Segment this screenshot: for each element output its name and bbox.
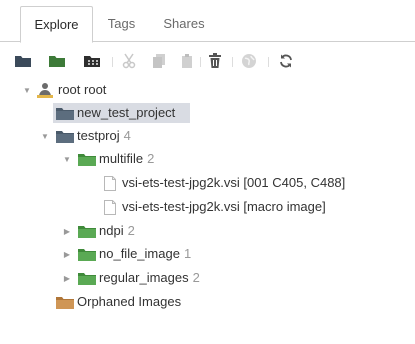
collapse-toggle-icon[interactable]: ▼ <box>22 80 32 100</box>
expand-toggle-icon[interactable]: ▶ <box>62 244 72 264</box>
new-project-button[interactable] <box>12 51 34 71</box>
tree-node-multifile[interactable]: multifile 2 <box>78 149 154 169</box>
child-count: 1 <box>183 246 192 261</box>
paste-icon <box>182 54 192 68</box>
tree-node-testproj[interactable]: testproj 4 <box>56 126 131 146</box>
tab-bar: Explore Tags Shares <box>0 0 415 43</box>
tab-tags[interactable]: Tags <box>93 6 150 41</box>
delete-icon <box>209 53 221 68</box>
tree-node-label: ndpi <box>99 223 124 238</box>
tree-node-no-file-image[interactable]: no_file_image 1 <box>78 244 191 264</box>
expand-toggle-icon[interactable]: ▶ <box>62 268 72 288</box>
refresh-icon <box>280 54 292 68</box>
tree-node-label: vsi-ets-test-jpg2k.vsi [001 C405, C488] <box>122 175 346 190</box>
dataset-folder-icon <box>78 248 96 261</box>
refresh-button[interactable] <box>275 51 297 71</box>
tree-node-label: new_test_project <box>77 105 176 120</box>
tree-node-label: testproj <box>77 128 120 143</box>
child-count: 4 <box>123 128 131 143</box>
tree-node-label: multifile <box>99 151 144 166</box>
tree-node-label: vsi-ets-test-jpg2k.vsi [macro image] <box>122 199 326 214</box>
tree-node-label: regular_images <box>99 270 189 285</box>
collapse-toggle-icon[interactable]: ▼ <box>62 149 72 169</box>
toolbar-separator <box>112 57 113 67</box>
new-dataset-icon <box>49 56 65 67</box>
image-file-icon <box>104 175 116 191</box>
child-count: 2 <box>127 223 135 238</box>
paste-button[interactable] <box>176 51 198 71</box>
child-count: 2 <box>147 151 155 166</box>
new-dataset-button[interactable] <box>46 51 68 71</box>
tree-node-orphaned-images[interactable]: Orphaned Images <box>56 292 181 312</box>
collapse-toggle-icon[interactable]: ▼ <box>40 126 50 146</box>
tree-toolbar <box>12 44 412 78</box>
dataset-folder-icon <box>78 225 96 238</box>
expand-toggle-icon[interactable]: ▶ <box>62 221 72 241</box>
tree-node-label: root root <box>58 82 107 97</box>
dataset-folder-icon <box>78 272 96 285</box>
project-folder-icon <box>56 130 74 143</box>
project-tree: ▼ root root new_test_project ▼ testproj … <box>0 80 415 344</box>
cut-icon <box>122 53 136 69</box>
orphaned-folder-icon <box>56 296 74 309</box>
image-file-icon <box>104 199 116 215</box>
tree-node-image[interactable]: vsi-ets-test-jpg2k.vsi [001 C405, C488] <box>104 173 345 193</box>
toolbar-separator <box>268 57 269 67</box>
tab-explore[interactable]: Explore <box>20 6 93 43</box>
user-icon <box>37 83 53 98</box>
new-screen-icon <box>84 56 100 67</box>
tree-node-new-test-project[interactable]: new_test_project <box>53 103 190 123</box>
new-screen-button[interactable] <box>81 51 103 71</box>
globe-icon <box>242 54 256 68</box>
project-folder-icon <box>56 107 74 120</box>
cut-button[interactable] <box>118 51 140 71</box>
tree-node-regular-images[interactable]: regular_images 2 <box>78 268 200 288</box>
copy-button[interactable] <box>148 51 170 71</box>
tree-node-label: Orphaned Images <box>77 294 182 309</box>
toolbar-separator <box>200 57 201 67</box>
child-count: 2 <box>192 270 200 285</box>
tree-node-root[interactable]: root root <box>36 80 106 100</box>
publish-button[interactable] <box>238 51 260 71</box>
copy-icon <box>153 54 165 68</box>
tree-node-ndpi[interactable]: ndpi 2 <box>78 221 135 241</box>
tab-shares[interactable]: Shares <box>153 6 215 41</box>
delete-button[interactable] <box>204 51 226 71</box>
dataset-folder-icon <box>78 153 96 166</box>
toolbar-separator <box>232 57 233 67</box>
tree-node-image[interactable]: vsi-ets-test-jpg2k.vsi [macro image] <box>104 197 326 217</box>
tree-node-label: no_file_image <box>99 246 180 261</box>
new-project-icon <box>15 56 31 67</box>
